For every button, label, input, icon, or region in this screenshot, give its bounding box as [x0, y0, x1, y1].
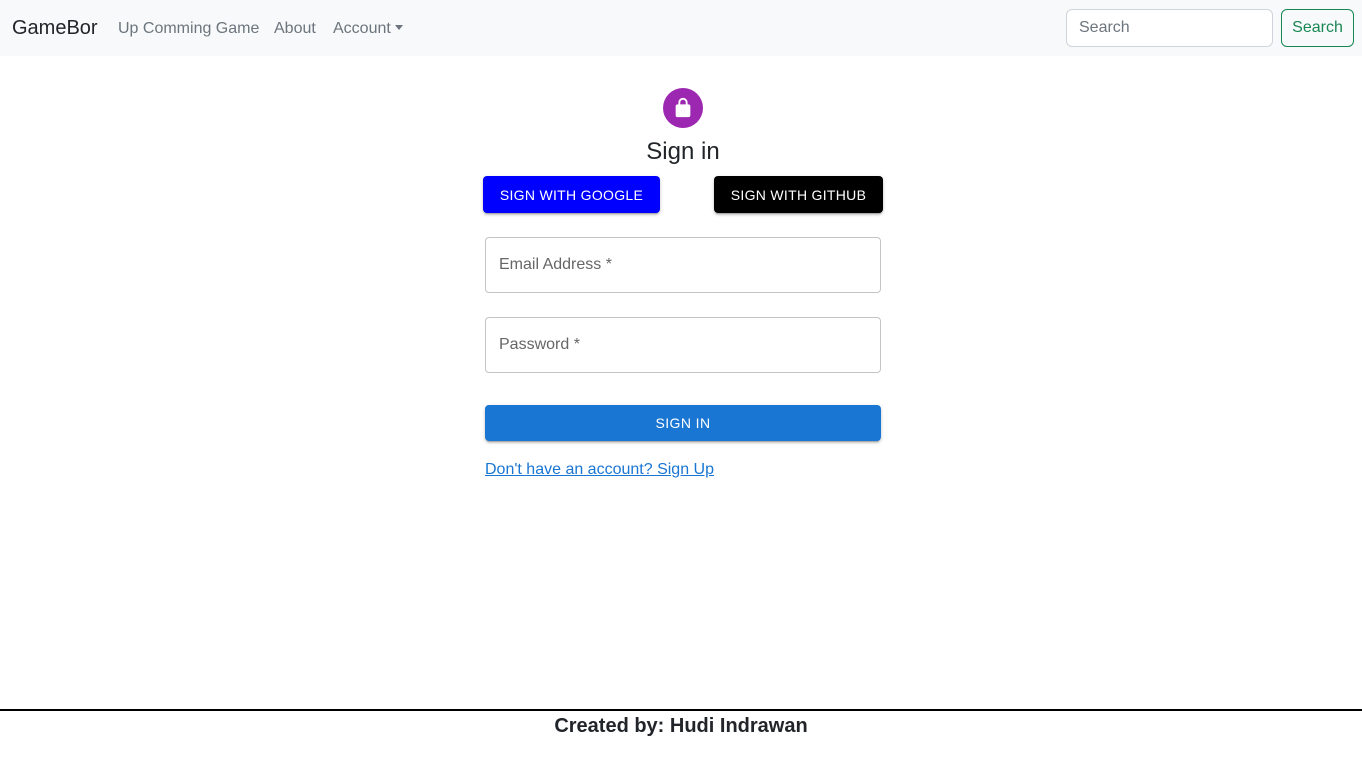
page-title: Sign in — [646, 138, 720, 165]
password-field[interactable]: Password * — [485, 317, 881, 373]
nav-dropdown-account[interactable]: Account — [333, 19, 403, 39]
lock-icon — [675, 97, 691, 118]
caret-down-icon — [394, 25, 403, 30]
sign-up-link[interactable]: Don't have an account? Sign Up — [485, 460, 714, 480]
email-field-label: Email Address * — [499, 256, 612, 273]
sign-in-button[interactable]: SIGN IN — [485, 405, 881, 441]
footer-divider — [0, 709, 1362, 711]
avatar — [663, 88, 703, 128]
search-button[interactable]: Search — [1281, 9, 1354, 47]
brand-link[interactable]: GameBor — [12, 16, 98, 40]
nav-dropdown-account-label: Account — [333, 20, 391, 37]
sign-with-google-button[interactable]: SIGN WITH GOOGLE — [483, 176, 660, 213]
navbar: GameBor Up Comming Game About Account Se… — [0, 0, 1362, 56]
search-input[interactable] — [1066, 9, 1273, 47]
password-field-label: Password * — [499, 336, 580, 353]
nav-link-upcoming-game[interactable]: Up Comming Game — [118, 19, 259, 39]
sign-with-github-button[interactable]: SIGN WITH GITHUB — [714, 176, 883, 213]
footer-credit: Created by: Hudi Indrawan — [554, 715, 808, 737]
email-field[interactable]: Email Address * — [485, 237, 881, 293]
nav-link-about[interactable]: About — [274, 19, 316, 39]
